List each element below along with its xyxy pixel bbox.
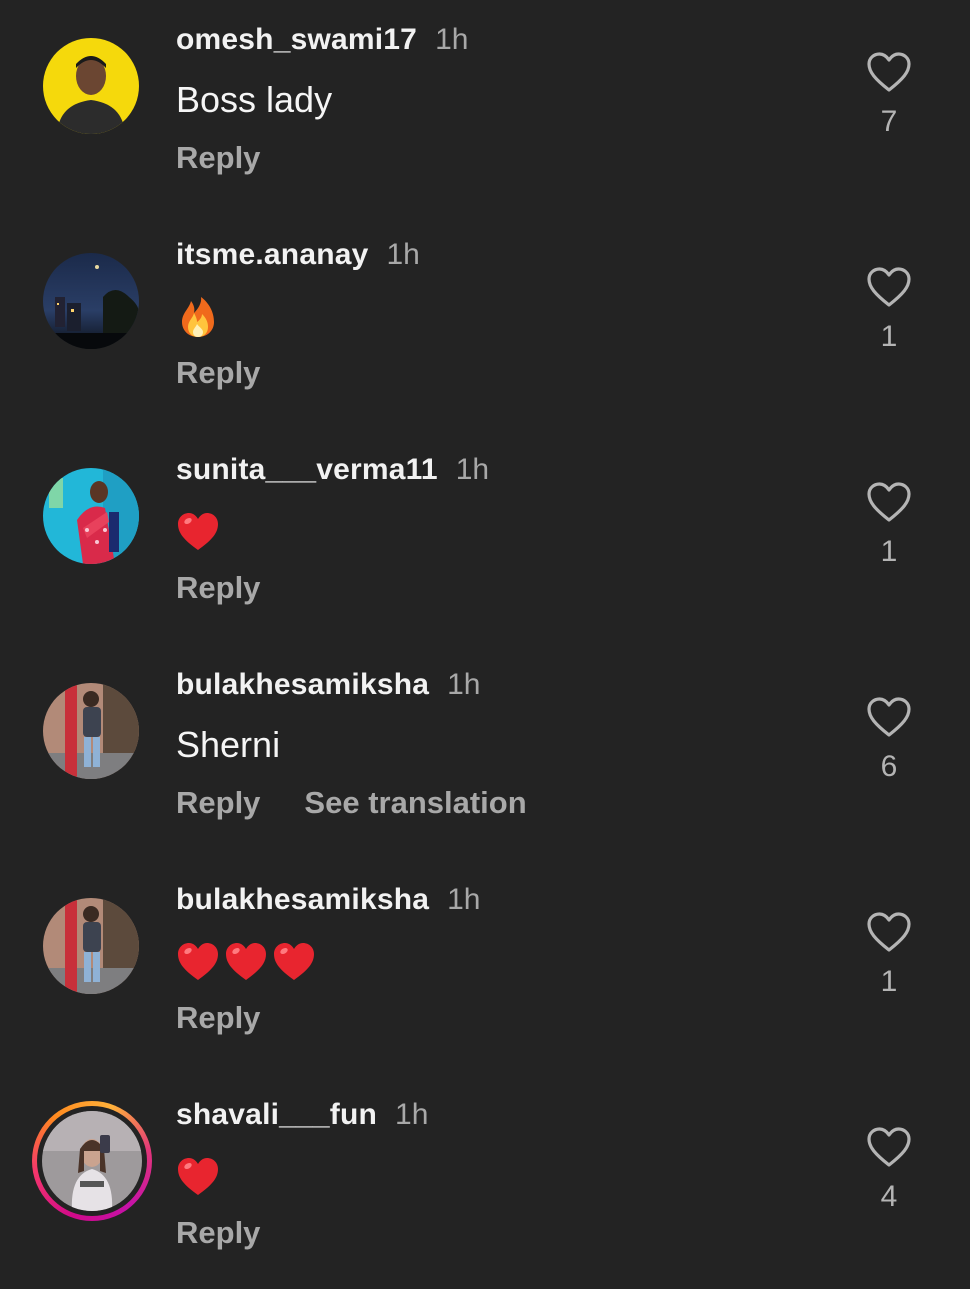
red-heart-emoji-icon bbox=[274, 943, 314, 980]
comment-item: bulakhesamiksha 1h Reply 1 bbox=[0, 860, 970, 1074]
timestamp: 1h bbox=[435, 23, 469, 56]
heart-outline-icon[interactable] bbox=[865, 480, 913, 524]
comment-meta: sunita___verma11 1h bbox=[176, 452, 489, 488]
comment-actions: Reply bbox=[176, 1215, 260, 1251]
comment-meta: shavali___fun 1h bbox=[176, 1097, 428, 1133]
comment-actions: Reply bbox=[176, 140, 260, 176]
comment-item: omesh_swami17 1h Boss lady Reply 7 bbox=[0, 0, 970, 214]
comment-actions: Reply bbox=[176, 355, 260, 391]
comment-meta: itsme.ananay 1h bbox=[176, 237, 420, 273]
red-heart-emoji-icon bbox=[178, 513, 218, 550]
fire-emoji-icon bbox=[182, 297, 214, 337]
comment-emoji bbox=[176, 1155, 220, 1199]
reply-button[interactable]: Reply bbox=[176, 355, 260, 390]
comment-actions: Reply bbox=[176, 570, 260, 606]
timestamp: 1h bbox=[447, 668, 481, 701]
avatar[interactable] bbox=[43, 683, 139, 779]
red-heart-emoji-icon bbox=[178, 943, 218, 980]
reply-button[interactable]: Reply bbox=[176, 1000, 260, 1035]
red-heart-emoji-icon bbox=[178, 1158, 218, 1195]
avatar[interactable] bbox=[43, 468, 139, 564]
comment-meta: omesh_swami17 1h bbox=[176, 22, 468, 58]
comment-item: sunita___verma11 1h Reply 1 bbox=[0, 430, 970, 644]
avatar[interactable] bbox=[43, 38, 139, 134]
reply-button[interactable]: Reply bbox=[176, 785, 260, 820]
avatar[interactable] bbox=[43, 898, 139, 994]
avatar[interactable] bbox=[43, 253, 139, 349]
like-count: 7 bbox=[880, 105, 898, 138]
heart-outline-icon[interactable] bbox=[865, 910, 913, 954]
timestamp: 1h bbox=[447, 883, 481, 916]
like-count: 6 bbox=[880, 750, 898, 783]
comment-item: itsme.ananay 1h Reply 1 bbox=[0, 215, 970, 429]
timestamp: 1h bbox=[455, 453, 490, 486]
username[interactable]: shavali___fun bbox=[176, 1098, 377, 1131]
comment-emoji bbox=[176, 295, 220, 339]
like-count: 4 bbox=[880, 1180, 898, 1213]
comment-item: shavali___fun 1h Reply 4 bbox=[0, 1075, 970, 1289]
comment-emoji bbox=[176, 940, 316, 984]
username[interactable]: omesh_swami17 bbox=[176, 23, 417, 56]
comment-item: bulakhesamiksha 1h Sherni Reply See transl… bbox=[0, 645, 970, 859]
username[interactable]: bulakhesamiksha bbox=[176, 668, 429, 701]
comment-text: Boss lady bbox=[176, 79, 333, 120]
reply-button[interactable]: Reply bbox=[176, 570, 260, 605]
heart-outline-icon[interactable] bbox=[865, 265, 913, 309]
heart-outline-icon[interactable] bbox=[865, 50, 913, 94]
like-count: 1 bbox=[880, 535, 898, 568]
timestamp: 1h bbox=[386, 238, 420, 271]
reply-button[interactable]: Reply bbox=[176, 1215, 260, 1250]
username[interactable]: itsme.ananay bbox=[176, 238, 369, 271]
avatar[interactable] bbox=[42, 1111, 142, 1211]
like-count: 1 bbox=[880, 965, 898, 998]
comment-actions: Reply See translation bbox=[176, 785, 527, 821]
story-ring[interactable] bbox=[32, 1101, 152, 1221]
username[interactable]: bulakhesamiksha bbox=[176, 883, 429, 916]
see-translation-button[interactable]: See translation bbox=[304, 785, 526, 820]
comment-meta: bulakhesamiksha 1h bbox=[176, 882, 481, 918]
username[interactable]: sunita___verma11 bbox=[176, 453, 438, 486]
reply-button[interactable]: Reply bbox=[176, 140, 260, 175]
like-count: 1 bbox=[880, 320, 898, 353]
comment-meta: bulakhesamiksha 1h bbox=[176, 667, 481, 703]
heart-outline-icon[interactable] bbox=[865, 1125, 913, 1169]
comment-actions: Reply bbox=[176, 1000, 260, 1036]
timestamp: 1h bbox=[395, 1098, 429, 1131]
red-heart-emoji-icon bbox=[226, 943, 266, 980]
comment-emoji bbox=[176, 510, 220, 554]
heart-outline-icon[interactable] bbox=[865, 695, 913, 739]
comment-text: Sherni bbox=[176, 724, 281, 765]
